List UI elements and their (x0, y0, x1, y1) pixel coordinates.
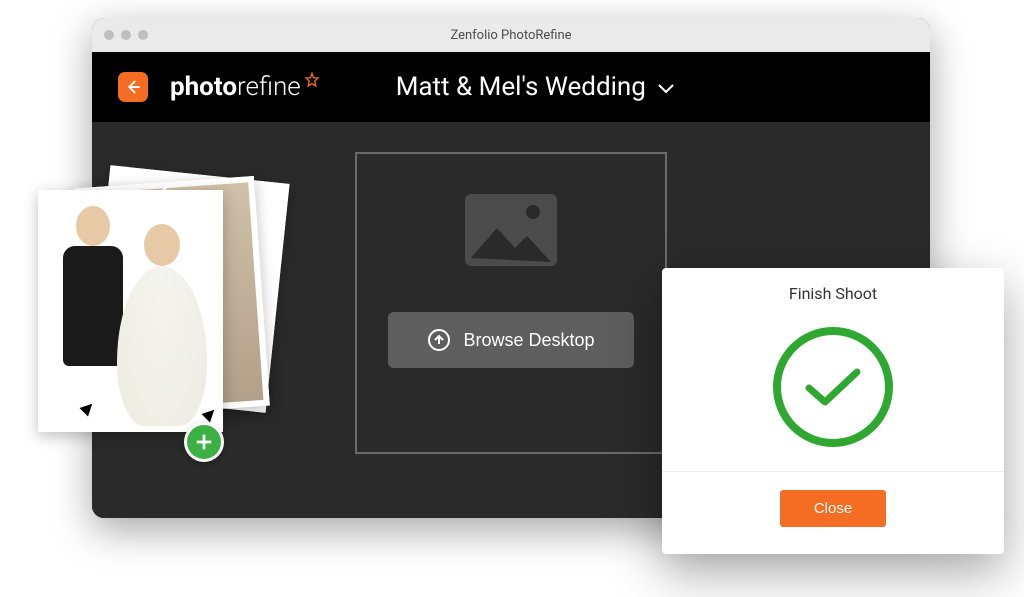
image-placeholder-icon (461, 190, 561, 270)
chevron-down-icon (658, 84, 674, 94)
add-photos-badge[interactable] (184, 422, 224, 462)
album-name: Matt & Mel's Wedding (396, 72, 646, 102)
close-window-dot[interactable] (104, 30, 114, 40)
album-dropdown[interactable]: Matt & Mel's Wedding (396, 72, 674, 102)
success-indicator (773, 327, 893, 447)
dialog-divider (662, 471, 1004, 472)
minimize-window-dot[interactable] (121, 30, 131, 40)
zoom-window-dot[interactable] (138, 30, 148, 40)
logo-suffix: refine (237, 72, 301, 102)
finish-shoot-dialog: Finish Shoot Close (662, 268, 1004, 554)
photo-stack[interactable] (32, 176, 262, 456)
photo-thumbnail-front[interactable] (38, 190, 223, 432)
app-header: photorefine Matt & Mel's Wedding (92, 52, 930, 122)
back-arrow-icon (124, 78, 142, 96)
browse-desktop-button[interactable]: Browse Desktop (388, 312, 634, 368)
back-button[interactable] (118, 72, 148, 102)
browse-label: Browse Desktop (463, 330, 594, 351)
window-titlebar: Zenfolio PhotoRefine (92, 18, 930, 52)
plus-icon (193, 431, 215, 453)
star-icon (304, 72, 320, 88)
cloud-upload-icon (427, 328, 451, 352)
traffic-lights[interactable] (104, 30, 148, 40)
logo-prefix: photo (170, 72, 237, 102)
checkmark-icon (805, 366, 861, 408)
upload-dropzone[interactable]: Browse Desktop (355, 152, 667, 454)
close-button[interactable]: Close (780, 490, 886, 527)
dialog-title: Finish Shoot (789, 284, 877, 303)
app-logo: photorefine (170, 72, 320, 102)
window-title: Zenfolio PhotoRefine (92, 28, 930, 43)
